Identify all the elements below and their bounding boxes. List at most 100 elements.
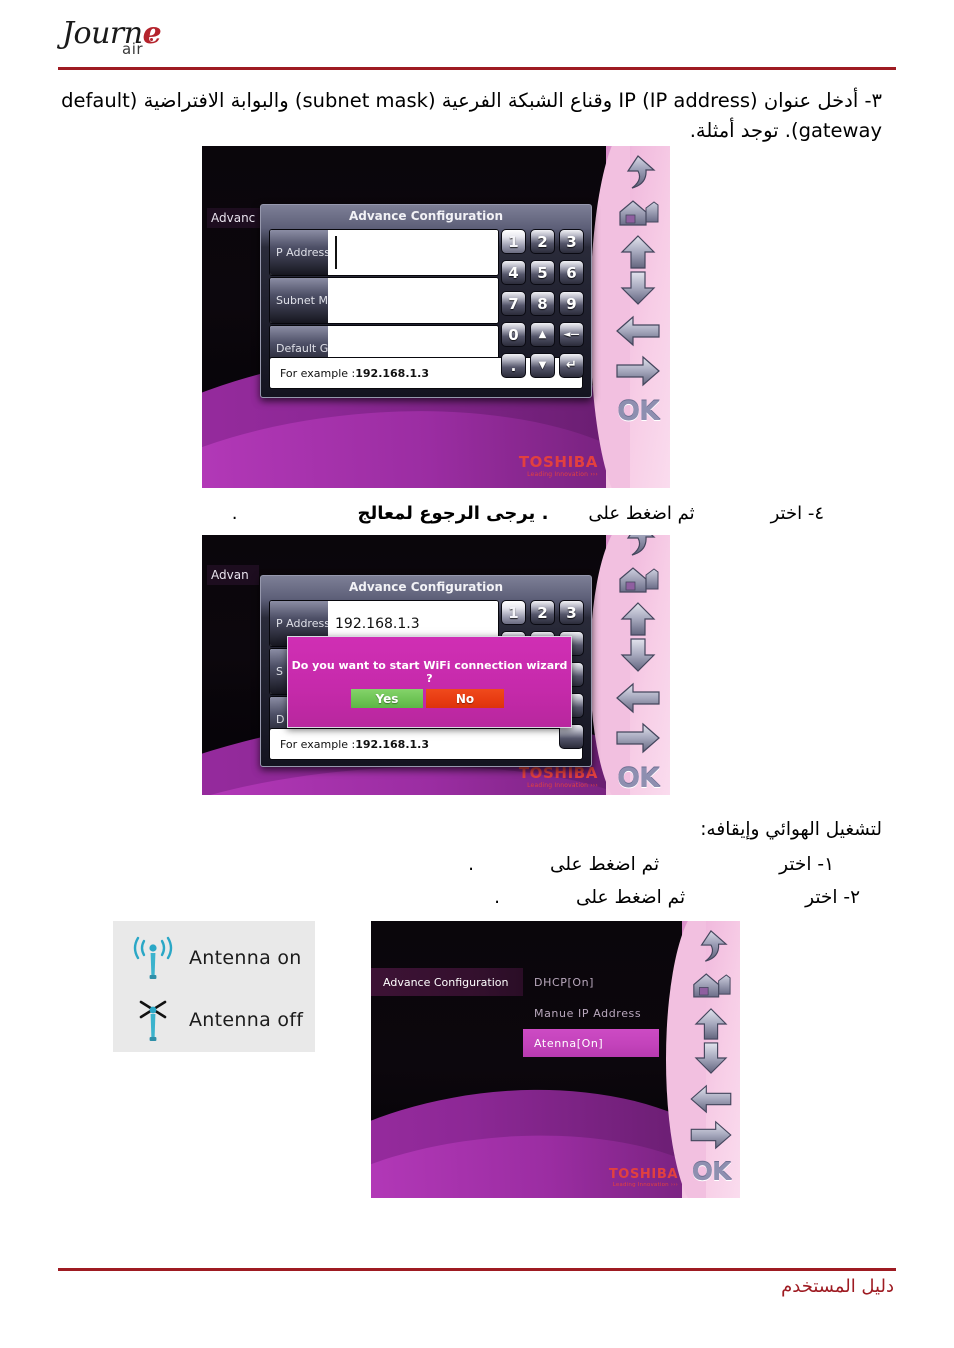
right-arrow-icon[interactable]	[615, 721, 661, 755]
screenshot-ip-entry: Advanc OK TOSHIBA Leading Innovation ›››…	[202, 146, 670, 488]
background-menu-label-2: Advan	[207, 565, 259, 585]
legend-label-antenna-on: Antenna on	[189, 947, 302, 969]
toshiba-tagline: Leading Innovation ›››	[527, 471, 598, 478]
key-1[interactable]: 1	[501, 229, 526, 254]
numeric-keypad: 1 2 3 4 5 6 7 8 9 0 ▲ ◄— . ▼ ↵	[501, 229, 585, 378]
legend-label-antenna-off: Antenna off	[189, 1009, 304, 1031]
menu-item-manual-ip-address[interactable]: Manue IP Address	[523, 999, 659, 1027]
subnet-mask-label: Subnet Mas	[270, 278, 328, 323]
key-6[interactable]: 6	[559, 260, 584, 285]
example-prefix: For example :	[280, 366, 356, 380]
back-arrow-icon[interactable]	[616, 154, 660, 192]
key-up-arrow[interactable]: ▲	[530, 322, 555, 347]
logo-dot-icon	[150, 38, 153, 41]
back-arrow-icon[interactable]	[690, 929, 732, 965]
key-3[interactable]: 3	[559, 600, 584, 625]
logo-accent-letter: e	[142, 16, 162, 51]
key-0[interactable]: 0	[501, 322, 526, 347]
right-arrow-icon[interactable]	[615, 354, 661, 388]
key-enter[interactable]: ↵	[559, 353, 584, 378]
up-arrow-icon[interactable]	[618, 601, 658, 637]
ok-icon[interactable]: OK	[617, 763, 660, 794]
toshiba-tagline: Leading Innovation ›››	[527, 782, 598, 789]
advance-configuration-dialog: Advance Configuration P Address Subnet M…	[260, 204, 592, 398]
ok-icon[interactable]: OK	[617, 396, 660, 427]
ip-address-value[interactable]	[328, 230, 498, 275]
background-menu-label: Advanc	[207, 208, 265, 228]
key-8[interactable]: 8	[530, 291, 555, 316]
text-caret	[335, 236, 337, 269]
example-value: 192.168.1.3	[355, 737, 430, 751]
antenna-off-icon	[139, 1000, 167, 1041]
right-arrow-icon[interactable]	[689, 1119, 733, 1151]
down-arrow-icon[interactable]	[618, 637, 658, 673]
ip-address-field[interactable]: P Address	[269, 229, 499, 276]
home-icon[interactable]	[690, 969, 732, 1002]
example-hint-2: For example : 192.168.1.3	[269, 728, 583, 760]
yes-button[interactable]: Yes	[351, 689, 423, 708]
subnet-mask-value[interactable]	[328, 278, 498, 323]
navigation-rail: OK	[590, 146, 670, 488]
antenna-step-2: ٢- اختر ثم اضغط على.	[54, 884, 860, 912]
home-icon[interactable]	[616, 196, 660, 230]
step-4-paragraph: ٤- اختر ثم اضغط على . يرجى الرجوع لمعالج.	[54, 500, 824, 527]
left-arrow-icon[interactable]	[615, 314, 661, 348]
key-2[interactable]: 2	[530, 229, 555, 254]
step-3-paragraph: ٣- أدخل عنوان IP (IP address) وقناع الشب…	[61, 89, 882, 142]
logo-subtext: air	[122, 40, 144, 58]
key-3[interactable]: 3	[559, 229, 584, 254]
key-down-arrow[interactable]: ▼	[530, 353, 555, 378]
ip-address-label: P Address	[270, 230, 328, 275]
dialog-title: Advance Configuration	[348, 209, 504, 223]
journe-air-logo: Journe air	[62, 14, 182, 62]
toshiba-name: TOSHIBA	[608, 1166, 678, 1182]
key-2[interactable]: 2	[530, 600, 555, 625]
key-7[interactable]: 7	[501, 291, 526, 316]
ok-icon[interactable]: OK	[692, 1157, 732, 1186]
down-arrow-icon[interactable]	[618, 270, 658, 306]
step-4-number: ٤- اختر	[770, 503, 824, 524]
screenshot-wifi-wizard-prompt: Advan OK TOSHIBA Leading Innovation ››› …	[202, 535, 670, 795]
down-arrow-icon[interactable]	[692, 1041, 730, 1075]
navigation-rail-2: OK	[590, 535, 670, 795]
key-backspace[interactable]: ◄—	[559, 322, 584, 347]
antenna-legend: Antenna on Antenna off	[113, 921, 315, 1052]
antenna-step-1: ١- اختر ثم اضغط على.	[54, 851, 834, 879]
toshiba-brand-2: TOSHIBA Leading Innovation ›››	[519, 766, 598, 789]
up-arrow-icon[interactable]	[692, 1007, 730, 1041]
advance-configuration-panel[interactable]: Advance Configuration	[371, 968, 523, 996]
key-4[interactable]: 4	[501, 260, 526, 285]
step-4-tail: . يرجى الرجوع لمعالج	[357, 503, 549, 524]
toshiba-name: TOSHIBA	[518, 453, 598, 471]
step-4-end: .	[231, 503, 238, 524]
antenna-on-icon	[133, 936, 173, 979]
toshiba-brand-3: TOSHIBA Leading Innovation ›››	[609, 1168, 678, 1189]
up-arrow-icon[interactable]	[618, 234, 658, 270]
antenna-step-2-mid: ثم اضغط على	[575, 887, 686, 908]
footer-label: دليل المستخدم	[781, 1276, 894, 1297]
toshiba-tagline: Leading Innovation ›››	[612, 1181, 678, 1188]
key-9[interactable]: 9	[559, 291, 584, 316]
menu-item-antenna[interactable]: Atenna[On]	[523, 1029, 659, 1057]
antenna-step-2-number: ٢- اختر	[805, 887, 860, 908]
footer-divider	[58, 1268, 896, 1271]
menu-item-dhcp[interactable]: DHCP[On]	[523, 968, 659, 996]
antenna-section-heading: لتشغيل الهوائي وإيقافه:	[700, 819, 882, 840]
home-icon[interactable]	[616, 563, 660, 597]
key-5[interactable]: 5	[530, 260, 555, 285]
back-arrow-icon[interactable]	[616, 535, 660, 559]
antenna-step-1-mid: ثم اضغط على	[549, 854, 660, 875]
screenshot-advance-config-menu: Advance Configuration DHCP[On] Manue IP …	[371, 921, 740, 1198]
page-header: Journe air	[0, 0, 954, 72]
example-value: 192.168.1.3	[355, 366, 430, 380]
key-1[interactable]: 1	[501, 600, 526, 625]
left-arrow-icon[interactable]	[615, 681, 661, 715]
toshiba-brand: TOSHIBA Leading Innovation ›››	[519, 455, 598, 478]
step-4-mid: ثم اضغط على	[588, 503, 695, 524]
left-arrow-icon[interactable]	[689, 1083, 733, 1115]
subnet-mask-field[interactable]: Subnet Mas	[269, 277, 499, 324]
example-prefix: For example :	[280, 737, 356, 751]
no-button[interactable]: No	[426, 689, 504, 708]
key-dot[interactable]: .	[501, 353, 526, 378]
legend-row-antenna-off: Antenna off	[131, 997, 303, 1043]
